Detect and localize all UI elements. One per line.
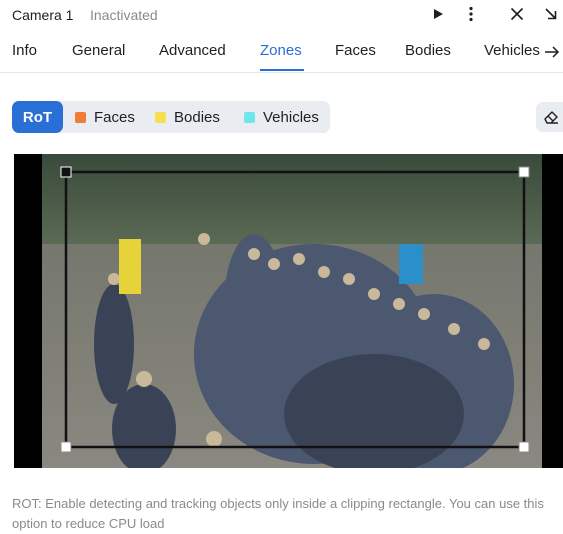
close-icon[interactable] xyxy=(507,4,527,24)
rot-hint-text: ROT: Enable detecting and tracking objec… xyxy=(12,496,544,531)
tab-info[interactable]: Info xyxy=(12,42,37,59)
tabs-divider xyxy=(0,72,563,73)
tab-zones[interactable]: Zones xyxy=(260,42,302,59)
camera-name: Camera 1 xyxy=(12,7,74,23)
tab-faces[interactable]: Faces xyxy=(335,42,376,59)
tab-advanced[interactable]: Advanced xyxy=(159,42,226,59)
zone-faces-label: Faces xyxy=(94,108,135,126)
tab-bar: Info General Advanced Zones Faces Bodies… xyxy=(0,36,563,72)
zone-rot-button[interactable]: RoT xyxy=(12,101,63,133)
zone-rot-label: RoT xyxy=(22,108,53,126)
zone-bodies-button[interactable]: Bodies xyxy=(155,101,220,133)
tab-vehicles[interactable]: Vehicles xyxy=(484,42,540,59)
zone-vehicles-label: Vehicles xyxy=(263,108,319,126)
play-icon[interactable] xyxy=(428,4,448,24)
eraser-icon[interactable] xyxy=(536,102,563,132)
camera-header: Camera 1 Inactivated xyxy=(0,0,563,30)
faces-color-swatch xyxy=(75,111,86,123)
zone-faces-button[interactable]: Faces xyxy=(75,101,135,133)
zone-vehicles-button[interactable]: Vehicles xyxy=(244,101,319,133)
camera-status: Inactivated xyxy=(90,7,158,23)
more-vertical-icon[interactable] xyxy=(461,4,481,24)
active-tab-indicator xyxy=(260,69,304,71)
zone-type-selector: RoT Faces Bodies Vehicles xyxy=(12,101,330,133)
tabs-scroll-right-icon[interactable] xyxy=(543,43,561,61)
camera-preview[interactable] xyxy=(14,154,563,468)
tab-bodies[interactable]: Bodies xyxy=(405,42,451,59)
camera-preview-image xyxy=(14,154,563,468)
collapse-arrow-icon[interactable] xyxy=(541,4,561,24)
zone-bodies-label: Bodies xyxy=(174,108,220,126)
vehicles-color-swatch xyxy=(244,111,255,123)
bodies-color-swatch xyxy=(155,111,166,123)
tab-general[interactable]: General xyxy=(72,42,125,59)
